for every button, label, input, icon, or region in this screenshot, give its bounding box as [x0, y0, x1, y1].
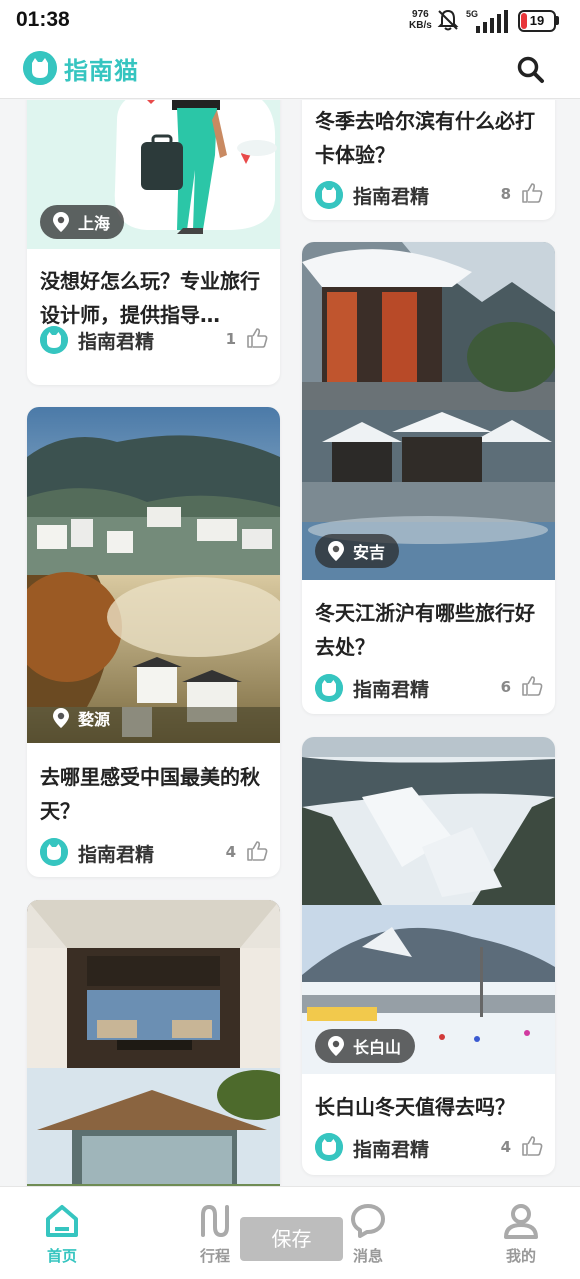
article-card[interactable]: 安吉 冬天江浙沪有哪些旅行好去处？ 指南君精 6: [302, 242, 555, 714]
author-avatar-icon: [40, 838, 68, 866]
card-image: 上海: [27, 100, 280, 249]
location-pin-icon: [328, 1036, 344, 1056]
location-label: 安吉: [353, 543, 386, 562]
nav-item-home[interactable]: 首页: [22, 1201, 102, 1266]
author-name: 指南君精: [353, 679, 430, 701]
like-count: 4: [225, 843, 236, 861]
card-image: 婺源: [27, 407, 280, 743]
ski-resort-photo: [302, 737, 555, 1074]
author-name: 指南君精: [78, 844, 155, 866]
location-pin-icon: [53, 708, 69, 728]
signal-icon: [476, 10, 508, 33]
profile-icon: [504, 1204, 538, 1239]
network-speed: 976 KB/s: [409, 9, 432, 31]
thumbs-up-icon[interactable]: [521, 1135, 543, 1157]
like-count: 1: [225, 330, 236, 348]
article-card[interactable]: 婺源 去哪里感受中国最美的秋天？ 指南君精 4: [27, 407, 280, 877]
bell-muted-icon: [437, 9, 459, 31]
card-title: 冬季去哈尔滨有什么必打卡体验？: [315, 109, 535, 167]
thumbs-up-icon[interactable]: [521, 182, 543, 204]
author-name: 指南君精: [78, 331, 155, 353]
location-pin-icon: [328, 541, 344, 561]
like-count: 6: [500, 678, 511, 696]
battery-icon: 19: [518, 10, 556, 32]
author-avatar-icon: [315, 1133, 343, 1161]
thumbs-up-icon[interactable]: [521, 675, 543, 697]
app-header: 指南猫: [0, 42, 580, 99]
like-count: 8: [500, 185, 511, 203]
card-title: 冬天江浙沪有哪些旅行好去处？: [315, 601, 535, 659]
author-avatar-icon: [315, 181, 343, 209]
author-name: 指南君精: [353, 186, 430, 208]
location-label: 婺源: [78, 710, 111, 729]
cat-logo-icon: [23, 51, 57, 85]
card-title: 去哪里感受中国最美的秋天？: [40, 765, 260, 823]
search-icon[interactable]: [515, 54, 547, 86]
card-image: [27, 900, 280, 1186]
nav-label: 我的: [505, 1247, 536, 1265]
thumbs-up-icon[interactable]: [246, 327, 268, 349]
app-name: 指南猫: [64, 57, 139, 85]
location-tag: 婺源: [40, 701, 124, 735]
author-name: 指南君精: [353, 1139, 430, 1161]
card-image: 安吉: [302, 242, 555, 580]
location-label: 上海: [78, 214, 111, 233]
thumbs-up-icon[interactable]: [246, 840, 268, 862]
location-pin-icon: [53, 212, 69, 232]
itinerary-icon: [201, 1204, 229, 1238]
article-card[interactable]: 长白山 长白山冬天值得去吗？ 指南君精 4: [302, 737, 555, 1175]
like-count: 4: [500, 1138, 511, 1156]
village-photo: [27, 407, 280, 743]
article-card[interactable]: [27, 900, 280, 1186]
hotel-photo: [27, 900, 280, 1186]
message-icon: [351, 1204, 385, 1238]
nav-item-profile[interactable]: 我的: [481, 1201, 561, 1266]
location-tag: 上海: [40, 205, 125, 239]
card-image: 长白山: [302, 737, 555, 1074]
location-tag: 长白山: [315, 1029, 416, 1063]
article-card[interactable]: 上海 没想好怎么玩？专业旅行设计师，提供指导… 指南君精 1: [27, 100, 280, 385]
hotspring-photo: [302, 242, 555, 580]
location-label: 长白山: [353, 1038, 402, 1057]
status-bar: 01:38 976 KB/s 5G 19: [0, 0, 580, 42]
card-title: 没想好怎么玩？专业旅行设计师，提供指导…: [40, 269, 260, 327]
location-tag: 安吉: [315, 534, 400, 568]
home-icon: [46, 1205, 78, 1237]
card-title: 长白山冬天值得去吗？: [315, 1095, 515, 1119]
article-card[interactable]: 冬季去哈尔滨有什么必打卡体验？ 指南君精 8: [302, 100, 555, 220]
status-time: 01:38: [16, 8, 70, 31]
author-avatar-icon: [315, 674, 343, 702]
save-button[interactable]: 保存: [240, 1217, 343, 1261]
battery-level: 19: [529, 13, 545, 28]
feed[interactable]: 上海 没想好怎么玩？专业旅行设计师，提供指导… 指南君精 1 婺源 去哪里感受中…: [0, 100, 580, 1186]
nav-label: 首页: [46, 1247, 77, 1265]
author-avatar-icon: [40, 326, 68, 354]
